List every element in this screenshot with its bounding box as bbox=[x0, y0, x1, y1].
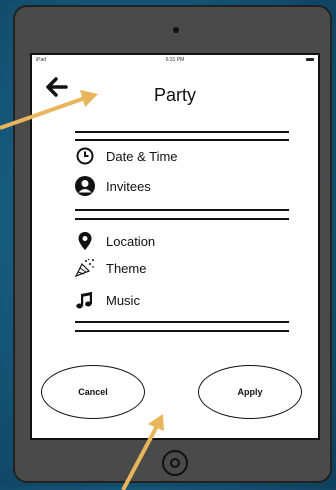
divider bbox=[75, 321, 289, 323]
app-screen: iPad 6:31 PM Party Date & Time Invitees … bbox=[30, 53, 320, 440]
status-time: 6:31 PM bbox=[165, 57, 185, 63]
user-icon bbox=[74, 176, 96, 196]
menu-item-label: Location bbox=[106, 233, 156, 249]
menu-item-label: Invitees bbox=[106, 178, 151, 194]
menu-item-date-time[interactable]: Date & Time bbox=[74, 146, 178, 166]
music-note-icon bbox=[74, 290, 96, 310]
divider bbox=[75, 218, 289, 220]
divider bbox=[75, 330, 289, 332]
menu-item-theme[interactable]: Theme bbox=[74, 258, 146, 278]
menu-item-label: Date & Time bbox=[106, 148, 178, 164]
menu-item-music[interactable]: Music bbox=[74, 290, 140, 310]
front-camera bbox=[173, 27, 179, 33]
page-title: Party bbox=[153, 85, 196, 105]
apply-button[interactable]: Apply bbox=[198, 365, 302, 419]
divider bbox=[75, 139, 289, 141]
clock-icon bbox=[74, 146, 96, 166]
status-bar: iPad 6:31 PM bbox=[32, 55, 318, 67]
party-popper-icon bbox=[74, 258, 96, 278]
menu-item-location[interactable]: Location bbox=[74, 231, 155, 251]
location-pin-icon bbox=[74, 231, 96, 251]
menu-item-invitees[interactable]: Invitees bbox=[74, 176, 151, 196]
divider bbox=[75, 209, 289, 211]
battery-icon bbox=[306, 58, 314, 61]
menu-item-label: Theme bbox=[106, 260, 147, 276]
cancel-button[interactable]: Cancel bbox=[41, 365, 145, 419]
menu-item-label: Music bbox=[106, 292, 140, 308]
home-button[interactable] bbox=[162, 450, 188, 476]
divider bbox=[75, 131, 289, 133]
